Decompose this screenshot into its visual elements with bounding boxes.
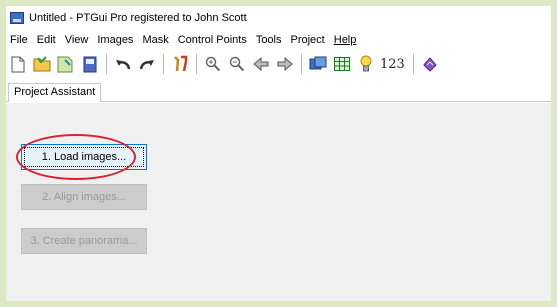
menu-images[interactable]: Images [97,34,133,46]
align-images-label: 2. Align images... [42,191,126,203]
menu-view[interactable]: View [65,34,89,46]
toolbar-separator [196,54,197,74]
create-panorama-button[interactable]: 3. Create panorama... [21,228,147,254]
numbers-label[interactable]: 123 [380,57,405,72]
table-icon[interactable] [332,54,352,74]
open-project-icon[interactable] [32,54,52,74]
app-icon [10,12,24,24]
redo-icon[interactable] [137,54,157,74]
tab-project-assistant[interactable]: Project Assistant [8,83,102,102]
toolbar-separator [412,54,414,74]
menu-tools[interactable]: Tools [256,34,282,46]
save-project-icon[interactable] [56,54,76,74]
panorama-editor-icon[interactable] [308,54,328,74]
save-as-icon[interactable] [80,54,100,74]
manual-icon[interactable] [420,54,440,74]
menu-file[interactable]: File [10,34,28,46]
menu-control-points[interactable]: Control Points [178,34,247,46]
tab-strip: Project Assistant [6,80,551,102]
toolbar-separator [301,54,302,74]
menu-project[interactable]: Project [291,34,325,46]
forward-icon[interactable] [275,54,295,74]
align-images-button[interactable]: 2. Align images... [21,184,147,210]
menu-help-label: Help [333,34,357,46]
zoom-out-icon[interactable] [227,54,247,74]
window-title: Untitled - PTGui Pro registered to John … [29,12,247,24]
toolbar-separator [106,54,107,74]
undo-icon[interactable] [113,54,133,74]
tools-icon[interactable] [170,54,190,74]
create-panorama-label: 3. Create panorama... [30,235,138,247]
menu-bar: File Edit View Images Mask Control Point… [6,30,551,50]
menu-edit[interactable]: Edit [37,34,56,46]
title-bar: Untitled - PTGui Pro registered to John … [6,6,551,30]
zoom-in-icon[interactable] [203,54,223,74]
back-icon[interactable] [251,54,271,74]
toolbar-separator [163,54,164,74]
menu-help[interactable]: Help [334,34,357,46]
menu-mask[interactable]: Mask [142,34,168,46]
toolbar: 123 [6,50,551,78]
highlight-circle [16,134,136,180]
tip-icon[interactable] [356,54,376,74]
new-project-icon[interactable] [8,54,28,74]
